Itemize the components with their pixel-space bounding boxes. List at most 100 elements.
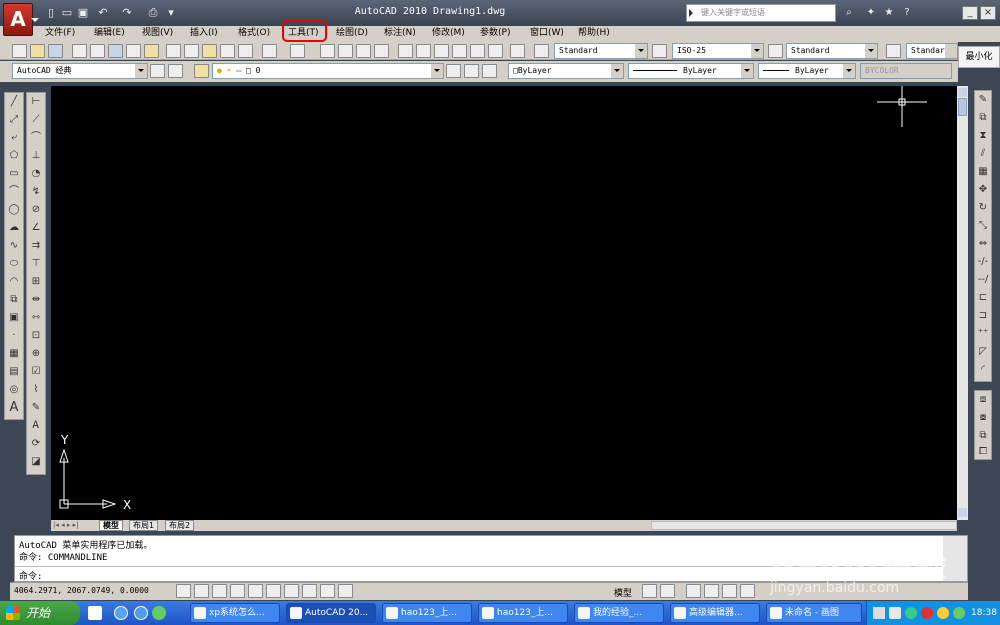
star-icon[interactable]: ★ xyxy=(882,6,896,20)
layer-previous-icon[interactable] xyxy=(464,64,479,78)
object-snap-icon[interactable] xyxy=(266,584,281,598)
menu-draw[interactable]: 绘图(D) xyxy=(336,26,368,42)
zoom-previous-icon[interactable] xyxy=(374,44,389,58)
ie-icon[interactable] xyxy=(114,606,128,620)
infer-constraints-icon[interactable] xyxy=(176,584,191,598)
redo-icon[interactable]: ↷ xyxy=(120,6,134,20)
keyboard-icon[interactable] xyxy=(873,607,885,619)
menu-view[interactable]: 视图(V) xyxy=(142,26,173,42)
task-xp-article[interactable]: xp系统怎么... xyxy=(190,603,280,623)
vertical-scrollbar[interactable] xyxy=(957,86,968,520)
scroll-up-icon[interactable] xyxy=(958,88,967,97)
spline-icon[interactable]: ∿ xyxy=(7,239,21,253)
quick-dim-icon[interactable]: ⇉ xyxy=(29,239,43,253)
task-autocad[interactable]: AutoCAD 20... xyxy=(286,603,376,623)
publish-icon[interactable] xyxy=(108,44,123,58)
quick-view-drawings-icon[interactable] xyxy=(660,584,675,598)
horizontal-scrollbar[interactable] xyxy=(651,521,957,530)
gradient-icon[interactable]: ▤ xyxy=(7,365,21,379)
send-under-icon[interactable]: ⧠ xyxy=(976,445,990,459)
calculator-icon[interactable] xyxy=(488,44,503,58)
trim-icon[interactable]: -/- xyxy=(976,255,990,269)
baseline-icon[interactable]: ⊤ xyxy=(29,257,43,271)
save-icon[interactable]: ▣ xyxy=(76,6,90,20)
join-icon[interactable]: ⁺⁺ xyxy=(976,327,990,341)
text-style-icon[interactable] xyxy=(534,44,549,58)
workspace-icon[interactable] xyxy=(168,64,183,78)
match-properties-icon[interactable] xyxy=(220,44,235,58)
close-button[interactable]: × xyxy=(980,6,996,20)
menu-modify[interactable]: 修改(M) xyxy=(432,26,465,42)
pan-status-icon[interactable] xyxy=(686,584,701,598)
layer-state-icon[interactable] xyxy=(482,64,497,78)
aligned-dim-icon[interactable]: ⟋ xyxy=(29,113,43,127)
properties-icon[interactable] xyxy=(398,44,413,58)
break-icon[interactable]: ⇿ xyxy=(29,311,43,325)
tab-layout2[interactable]: 布局2 xyxy=(165,520,195,531)
table-style-select[interactable]: Standard xyxy=(786,43,878,59)
zoom-status-icon[interactable] xyxy=(704,584,719,598)
zoom-realtime-icon[interactable] xyxy=(338,44,353,58)
pan-icon[interactable] xyxy=(320,44,335,58)
paste-icon[interactable] xyxy=(202,44,217,58)
markup-icon[interactable] xyxy=(470,44,485,58)
polar-tracking-icon[interactable] xyxy=(248,584,263,598)
help-search-input[interactable]: 键入关键字或短语 xyxy=(686,4,836,22)
scale-icon[interactable]: ⤡ xyxy=(976,219,990,233)
help-toolbar-icon[interactable] xyxy=(510,44,525,58)
dimtext-edit-icon[interactable]: Ꭺ xyxy=(29,419,43,433)
center-mark-icon[interactable]: ⊕ xyxy=(29,347,43,361)
rotate-icon[interactable]: ↻ xyxy=(976,201,990,215)
undo-toolbar-icon[interactable] xyxy=(262,44,277,58)
insert-block-icon[interactable]: ⧉ xyxy=(7,293,21,307)
help-icon[interactable]: ? xyxy=(900,6,914,20)
break-object-icon[interactable]: ⊐ xyxy=(976,309,990,323)
multileader-style-select[interactable]: Standard xyxy=(906,43,958,59)
menu-format[interactable]: 格式(O) xyxy=(238,26,270,42)
move-icon[interactable]: ✥ xyxy=(976,183,990,197)
pen-icon[interactable] xyxy=(889,607,901,619)
polygon-icon[interactable]: ⬠ xyxy=(7,149,21,163)
menu-edit[interactable]: 编辑(E) xyxy=(94,26,125,42)
radius-icon[interactable]: ◔ xyxy=(29,167,43,181)
table-style-icon[interactable] xyxy=(768,44,783,58)
plot-icon[interactable] xyxy=(72,44,87,58)
preview-icon[interactable] xyxy=(90,44,105,58)
circle-icon[interactable]: ◯ xyxy=(7,203,21,217)
region-icon[interactable]: ◎ xyxy=(7,383,21,397)
showmotion-icon[interactable] xyxy=(740,584,755,598)
mirror-icon[interactable]: ⧗ xyxy=(976,129,990,143)
3d-dwf-icon[interactable] xyxy=(126,44,141,58)
linear-dim-icon[interactable]: ⊢ xyxy=(29,95,43,109)
angular-icon[interactable]: ∠ xyxy=(29,221,43,235)
space-icon[interactable]: ⇹ xyxy=(29,293,43,307)
grid-display-icon[interactable] xyxy=(212,584,227,598)
menu-parameters[interactable]: 参数(P) xyxy=(480,26,510,42)
task-advanced-editor[interactable]: 高级编辑器... xyxy=(670,603,760,623)
construction-line-icon[interactable]: ⤢ xyxy=(7,113,21,127)
make-current-layer-icon[interactable] xyxy=(446,64,461,78)
tab-layout1[interactable]: 布局1 xyxy=(129,520,159,531)
menu-dimension[interactable]: 标注(N) xyxy=(384,26,416,42)
copy-icon[interactable] xyxy=(184,44,199,58)
extend-icon[interactable]: --/ xyxy=(976,273,990,287)
offset-icon[interactable]: ⫽ xyxy=(976,147,990,161)
task-hao123-1[interactable]: hao123_上... xyxy=(382,603,472,623)
qnew-icon[interactable] xyxy=(12,44,27,58)
zoom-window-icon[interactable] xyxy=(356,44,371,58)
open-file-icon[interactable]: ▭ xyxy=(60,6,74,20)
tolerance-icon[interactable]: ⊡ xyxy=(29,329,43,343)
minimize-label[interactable]: 最小化 xyxy=(958,46,1000,68)
lineweight-toggle-icon[interactable] xyxy=(338,584,353,598)
rectangle-icon[interactable]: ▭ xyxy=(7,167,21,181)
redo-toolbar-icon[interactable] xyxy=(290,44,305,58)
send-to-back-icon[interactable]: ⧇ xyxy=(976,411,990,425)
layer-manager-icon[interactable] xyxy=(194,64,209,78)
layer-select[interactable]: ● ☀ ▭ □ 0 xyxy=(212,63,444,79)
new-file-icon[interactable]: ▯ xyxy=(44,6,58,20)
quicklaunch-plus-icon[interactable] xyxy=(152,606,166,620)
workspace-settings-icon[interactable] xyxy=(150,64,165,78)
binoculars-icon[interactable]: ⌕ xyxy=(842,6,856,20)
ellipse-icon[interactable]: ⬭ xyxy=(7,257,21,271)
communication-center-icon[interactable]: ✦ xyxy=(864,6,878,20)
